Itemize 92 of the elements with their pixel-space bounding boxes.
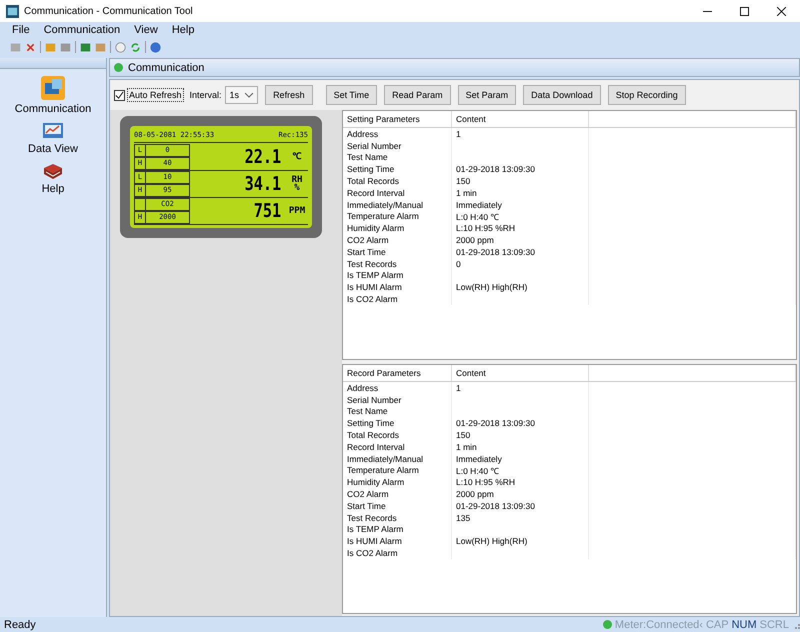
table-cell: Total Records <box>347 176 399 186</box>
menu-item[interactable]: Communication <box>44 24 120 36</box>
table-cell: Address <box>347 382 378 393</box>
table-cell: Humidity Alarm <box>347 477 404 488</box>
column-header[interactable]: Setting Parameters <box>343 111 452 127</box>
table-cell: 0 <box>456 258 461 269</box>
table-cell: Low(RH) High(RH) <box>456 282 528 292</box>
interval-label: Interval: <box>190 90 222 100</box>
sidebar-item[interactable]: Help <box>0 159 106 199</box>
table-cell: Is CO2 Alarm <box>347 548 398 558</box>
lcd-unit: RH <box>292 176 302 184</box>
lcd-reading: 22.1 <box>244 146 282 168</box>
table-cell: Low(RH) High(RH) <box>456 536 528 546</box>
table-cell: 135 <box>456 512 470 523</box>
table-cell: 1 <box>456 128 461 139</box>
table-cell: Record Interval <box>347 442 405 452</box>
table-cell: L:10 H:95 %RH <box>456 477 516 488</box>
action-button[interactable]: Read Param <box>384 85 451 105</box>
lcd-unit: ℃ <box>292 153 302 161</box>
table-cell: Start Time <box>347 246 386 257</box>
key-indicator: CAP <box>706 618 729 630</box>
table-cell: Setting Time <box>347 164 394 174</box>
column-header[interactable]: Record Parameters <box>343 365 452 381</box>
lcd-reading: 34.1 <box>244 173 282 195</box>
lcd-unit: % <box>294 184 300 192</box>
checkmark-icon <box>115 90 124 100</box>
table-cell: CO2 Alarm <box>347 235 389 246</box>
lcd-reading: 751 <box>252 200 282 222</box>
table-cell: Is HUMI Alarm <box>347 282 402 292</box>
window-title: Communication - Communication Tool <box>24 6 193 16</box>
book-icon <box>42 161 64 181</box>
table-cell: 01-29-2018 13:09:30 <box>456 164 535 174</box>
monitor-icon <box>40 75 66 101</box>
status-text: Ready <box>4 618 37 630</box>
table-cell: L:0 H:40 ℃ <box>456 464 498 476</box>
interval-dropdown[interactable]: 1s <box>224 86 258 104</box>
table-cell: Is TEMP Alarm <box>347 524 404 534</box>
app-icon <box>6 4 19 18</box>
table-cell: 150 <box>456 176 470 186</box>
menu-item[interactable]: Help <box>172 24 194 36</box>
menu-item[interactable]: View <box>134 24 158 36</box>
action-button[interactable]: Set Time <box>326 85 378 105</box>
table-cell: Setting Time <box>347 418 394 428</box>
table-cell: Test Records <box>347 512 397 523</box>
table-cell: Temperature Alarm <box>347 211 419 222</box>
caret-icon <box>245 92 254 98</box>
table-cell: 2000 ppm <box>456 235 494 246</box>
table-cell: Immediately/Manual <box>347 200 424 210</box>
table-cell: L:0 H:40 ℃ <box>456 210 498 222</box>
table-cell: Temperature Alarm <box>347 465 419 476</box>
table-cell: Humidity Alarm <box>347 223 404 234</box>
table-cell: Test Name <box>347 152 388 162</box>
panel-title: Communication <box>128 62 204 74</box>
table-cell: Start Time <box>347 500 386 511</box>
table-cell: 1 min <box>456 188 477 198</box>
table-cell: Immediately <box>456 200 502 210</box>
table-cell: 1 min <box>456 442 477 452</box>
meter-status: Meter:Connected‹ <box>614 618 703 630</box>
action-button[interactable]: Set Param <box>458 85 516 105</box>
chart-icon <box>42 121 64 141</box>
key-indicator: SCRL <box>760 618 789 630</box>
table-cell: Is HUMI Alarm <box>347 536 402 546</box>
sidebar-item[interactable]: Communication <box>0 73 106 119</box>
table-cell: L:10 H:95 %RH <box>456 223 516 234</box>
table-cell: Immediately/Manual <box>347 454 424 464</box>
table-cell: 01-29-2018 13:09:30 <box>456 246 535 257</box>
table-cell: Record Interval <box>347 188 405 198</box>
table-cell: 01-29-2018 13:09:30 <box>456 500 535 511</box>
table-cell: 01-29-2018 13:09:30 <box>456 418 535 428</box>
table-cell: Address <box>347 128 378 139</box>
action-button[interactable]: Data Download <box>523 85 601 105</box>
table-cell: 1 <box>456 382 461 393</box>
column-header[interactable]: Content <box>452 365 589 381</box>
table-cell: 2000 ppm <box>456 489 494 500</box>
table-cell: CO2 Alarm <box>347 489 389 500</box>
table-cell: Serial Number <box>347 140 402 151</box>
lcd-unit: PPM <box>288 207 306 215</box>
table-cell: Total Records <box>347 430 399 440</box>
table-cell: Is CO2 Alarm <box>347 294 398 304</box>
menu-item[interactable]: File <box>12 24 30 36</box>
action-button[interactable]: Stop Recording <box>608 85 686 105</box>
key-indicator: NUM <box>732 618 757 630</box>
table-cell: Immediately <box>456 454 502 464</box>
action-button[interactable]: Refresh <box>265 85 313 105</box>
table-cell: 150 <box>456 430 470 440</box>
sidebar-item[interactable]: Data View <box>0 119 106 159</box>
table-cell: Test Name <box>347 406 388 416</box>
table-cell: Serial Number <box>347 394 402 405</box>
table-cell: Test Records <box>347 258 397 269</box>
column-header[interactable]: Content <box>452 111 589 127</box>
refresh-icon[interactable] <box>130 42 141 52</box>
table-cell: Is TEMP Alarm <box>347 270 404 280</box>
